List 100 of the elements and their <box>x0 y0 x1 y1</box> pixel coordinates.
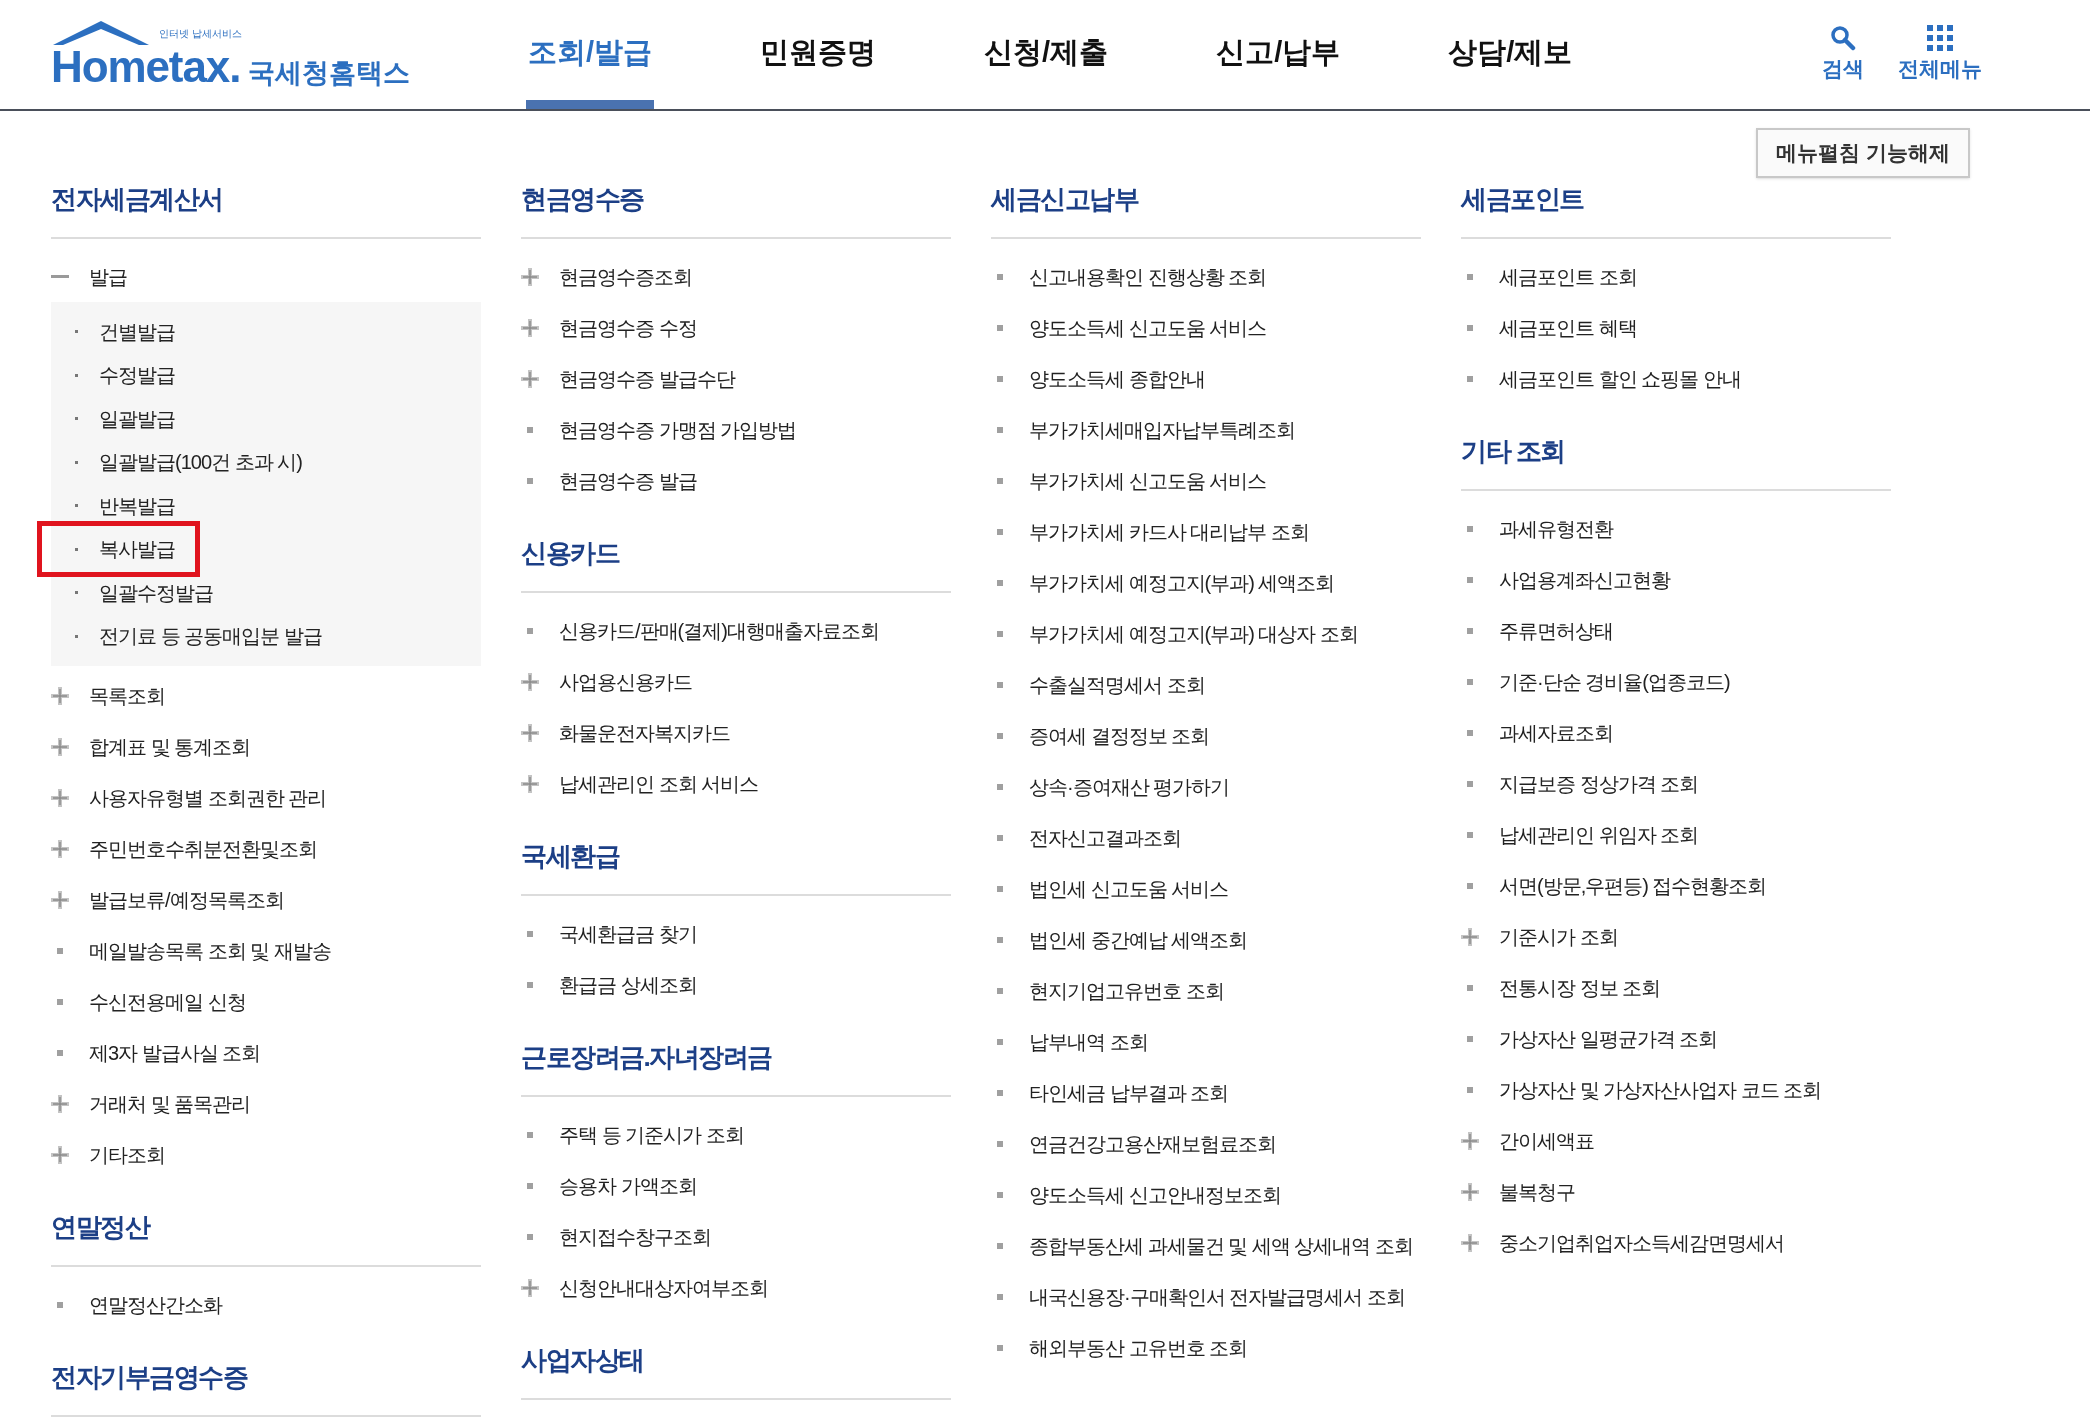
menu-item[interactable]: 납부내역 조회 <box>1029 1026 1148 1057</box>
menu-item[interactable]: 서면(방문,우편등) 접수현황조회 <box>1499 870 1767 901</box>
menu-item[interactable]: 상속·증여재산 평가하기 <box>1029 771 1230 802</box>
menu-item[interactable]: 현금영수증조회 <box>559 261 692 292</box>
menu-item[interactable]: 발급 <box>89 261 127 292</box>
menu-item[interactable]: 국세환급금 찾기 <box>559 918 697 949</box>
menu-item[interactable]: 현금영수증 수정 <box>559 312 697 343</box>
bullet-icon <box>997 732 1003 739</box>
menu-item[interactable]: 목록조회 <box>89 680 165 711</box>
menu-item[interactable]: 사업용계좌신고현황 <box>1499 564 1670 595</box>
menu-item[interactable]: 전자신고결과조회 <box>1029 822 1181 853</box>
menu-item[interactable]: 전통시장 정보 조회 <box>1499 972 1661 1003</box>
menu-item[interactable]: 부가가치세 신고도움 서비스 <box>1029 465 1267 496</box>
menu-item[interactable]: 부가가치세매입자납부특례조회 <box>1029 414 1295 445</box>
plus-icon <box>521 267 539 286</box>
menu-item[interactable]: 가상자산 일평균가격 조회 <box>1499 1023 1718 1054</box>
menu-item[interactable]: 부가가치세 예정고지(부과) 세액조회 <box>1029 567 1335 598</box>
submenu-item[interactable]: 일괄발급 <box>99 403 175 434</box>
submenu-item[interactable]: 복사발급 <box>99 534 175 565</box>
menu-item[interactable]: 불복청구 <box>1499 1176 1575 1207</box>
submenu-item[interactable]: 반복발급 <box>99 490 175 521</box>
menu-item[interactable]: 법인세 신고도움 서비스 <box>1029 873 1229 904</box>
menu-item[interactable]: 부가가치세 예정고지(부과) 대상자 조회 <box>1029 618 1358 649</box>
menu-item[interactable]: 사용자유형별 조회권한 관리 <box>89 782 327 813</box>
plus-icon <box>51 890 69 909</box>
menu-item[interactable]: 현금영수증 발급 <box>559 465 697 496</box>
plus-icon <box>51 737 69 756</box>
menu-item[interactable]: 승용차 가액조회 <box>559 1170 697 1201</box>
submenu-item[interactable]: 전기료 등 공동매입분 발급 <box>99 621 322 652</box>
menu-item[interactable]: 양도소득세 종합안내 <box>1029 363 1205 394</box>
menu-item[interactable]: 주택 등 기준시가 조회 <box>559 1119 744 1150</box>
menu-item[interactable]: 거래처 및 품목관리 <box>89 1088 251 1119</box>
menu-item[interactable]: 양도소득세 신고안내정보조회 <box>1029 1179 1281 1210</box>
menu-expand-toggle-button[interactable]: 메뉴펼침 기능해제 <box>1756 128 1970 178</box>
bullet-icon <box>1467 375 1473 382</box>
menu-item[interactable]: 사업용신용카드 <box>559 666 692 697</box>
menu-item[interactable]: 화물운전자복지카드 <box>559 717 730 748</box>
section-title: 사업자상태 <box>521 1345 644 1375</box>
menu-item[interactable]: 현금영수증 발급수단 <box>559 363 735 394</box>
menu-item[interactable]: 신청안내대상자여부조회 <box>559 1272 768 1303</box>
menu-item[interactable]: 세금포인트 할인 쇼핑몰 안내 <box>1499 363 1741 394</box>
search-icon <box>1830 24 1856 51</box>
menu-item[interactable]: 과세유형전환 <box>1499 513 1613 544</box>
menu-item[interactable]: 부가가치세 카드사 대리납부 조회 <box>1029 516 1309 547</box>
submenu-item[interactable]: 수정발급 <box>99 360 175 391</box>
menu-item[interactable]: 세금포인트 조회 <box>1499 261 1637 292</box>
bullet-icon <box>527 981 533 988</box>
bullet-icon <box>997 273 1003 280</box>
menu-item[interactable]: 신용카드/판매(결제)대행매출자료조회 <box>559 615 879 646</box>
submenu-item[interactable]: 건별발급 <box>99 316 175 347</box>
menu-item[interactable]: 내국신용장·구매확인서 전자발급명세서 조회 <box>1029 1281 1405 1312</box>
plus-icon <box>521 369 539 388</box>
bullet-icon <box>997 1038 1003 1045</box>
menu-item[interactable]: 현지접수창구조회 <box>559 1221 711 1252</box>
menu-item[interactable]: 주민번호수취분전환및조회 <box>89 833 317 864</box>
logo-wordmark: Hometax. <box>51 44 241 89</box>
bullet-icon <box>1467 627 1473 634</box>
menu-item[interactable]: 메일발송목록 조회 및 재발송 <box>89 935 331 966</box>
menu-item[interactable]: 수신전용메일 신청 <box>89 986 246 1017</box>
menu-item[interactable]: 기준·단순 경비율(업종코드) <box>1499 666 1730 697</box>
bullet-icon <box>997 885 1003 892</box>
menu-item[interactable]: 합계표 및 통계조회 <box>89 731 251 762</box>
menu-item[interactable]: 제3자 발급사실 조회 <box>89 1037 261 1068</box>
bullet-icon <box>527 1182 533 1189</box>
all-menu-button[interactable]: 전체메뉴 <box>1898 24 1982 85</box>
search-button[interactable]: 검색 <box>1822 24 1864 85</box>
nav-tab[interactable]: 신고/납부 <box>1214 0 1343 109</box>
menu-item[interactable]: 증여세 결정정보 조회 <box>1029 720 1210 751</box>
submenu-item[interactable]: 일괄수정발급 <box>99 577 213 608</box>
menu-item[interactable]: 가상자산 및 가상자산사업자 코드 조회 <box>1499 1074 1822 1105</box>
menu-item[interactable]: 양도소득세 신고도움 서비스 <box>1029 312 1267 343</box>
menu-item[interactable]: 연말정산간소화 <box>89 1289 222 1320</box>
menu-item[interactable]: 납세관리인 위임자 조회 <box>1499 819 1699 850</box>
menu-item[interactable]: 현금영수증 가맹점 가입방법 <box>559 414 797 445</box>
menu-item[interactable]: 발급보류/예정목록조회 <box>89 884 284 915</box>
menu-item[interactable]: 간이세액표 <box>1499 1125 1594 1156</box>
menu-item[interactable]: 종합부동산세 과세물건 및 세액 상세내역 조회 <box>1029 1230 1413 1261</box>
menu-item[interactable]: 지급보증 정상가격 조회 <box>1499 768 1699 799</box>
nav-tab[interactable]: 신청/제출 <box>982 0 1111 109</box>
nav-tab[interactable]: 민원증명 <box>758 0 879 109</box>
menu-item[interactable]: 타인세금 납부결과 조회 <box>1029 1077 1229 1108</box>
menu-item[interactable]: 납세관리인 조회 서비스 <box>559 768 759 799</box>
bullet-icon <box>997 375 1003 382</box>
section-title: 신용카드 <box>521 538 619 568</box>
menu-item[interactable]: 해외부동산 고유번호 조회 <box>1029 1332 1248 1363</box>
menu-item[interactable]: 중소기업취업자소득세감면명세서 <box>1499 1227 1784 1258</box>
nav-tab[interactable]: 조회/발급 <box>526 0 655 109</box>
menu-item[interactable]: 주류면허상태 <box>1499 615 1613 646</box>
nav-tab[interactable]: 상담/제보 <box>1446 0 1575 109</box>
menu-item[interactable]: 세금포인트 혜택 <box>1499 312 1637 343</box>
menu-item[interactable]: 과세자료조회 <box>1499 717 1613 748</box>
menu-item[interactable]: 신고내용확인 진행상황 조회 <box>1029 261 1267 292</box>
submenu-item[interactable]: 일괄발급(100건 초과 시) <box>99 447 302 478</box>
menu-item[interactable]: 현지기업고유번호 조회 <box>1029 975 1224 1006</box>
menu-item[interactable]: 수출실적명세서 조회 <box>1029 669 1205 700</box>
menu-item[interactable]: 법인세 중간예납 세액조회 <box>1029 924 1248 955</box>
menu-item[interactable]: 기준시가 조회 <box>1499 921 1618 952</box>
menu-item[interactable]: 기타조회 <box>89 1139 165 1170</box>
menu-item[interactable]: 연금건강고용산재보험료조회 <box>1029 1128 1276 1159</box>
menu-item[interactable]: 환급금 상세조회 <box>559 969 697 1000</box>
